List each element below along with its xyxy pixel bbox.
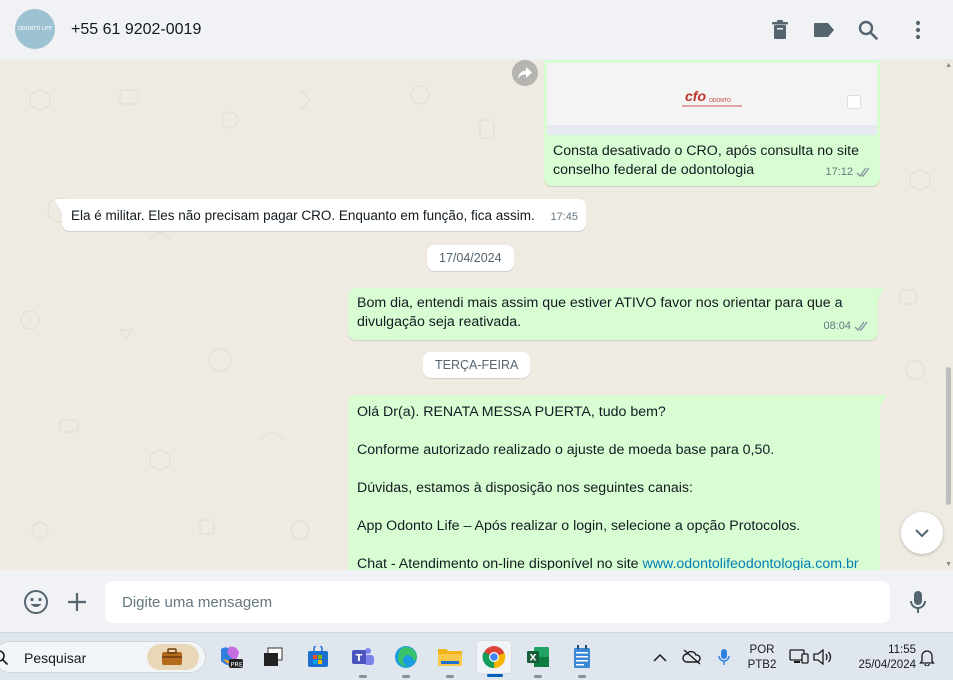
scroll-down-arrow[interactable]: ▼ — [945, 561, 952, 568]
chat-scrollbar[interactable]: ▲ ▼ — [945, 60, 953, 570]
running-indicator — [402, 675, 410, 678]
image-thumbnail[interactable]: cfo ODONTO — [547, 63, 877, 135]
search-icon[interactable] — [856, 18, 880, 42]
svg-text:T: T — [356, 653, 363, 664]
message-meta: 17:45 — [550, 208, 578, 227]
network-icon[interactable] — [789, 647, 809, 667]
chat-header: ODONTO LIFE +55 61 9202-0019 — [0, 0, 953, 60]
onedrive-off-icon[interactable] — [682, 647, 702, 667]
search-icon — [0, 650, 9, 666]
message-line: Dúvidas, estamos à disposição nos seguin… — [357, 480, 693, 496]
delete-icon[interactable] — [768, 18, 792, 42]
search-highlight — [147, 644, 199, 670]
bubble-tail — [879, 395, 887, 408]
bubble-tail — [54, 199, 62, 212]
store-icon[interactable] — [303, 642, 333, 672]
svg-text:PRE: PRE — [231, 661, 244, 669]
emoji-icon[interactable] — [23, 589, 49, 615]
chevron-up-icon[interactable] — [650, 647, 670, 667]
message-meta: 08:04 — [823, 317, 870, 336]
clock-time: 11:55 — [888, 644, 916, 656]
avatar-label: ODONTO LIFE — [17, 26, 53, 32]
taskbar-search-placeholder: Pesquisar — [24, 650, 87, 666]
plus-icon[interactable] — [64, 589, 90, 615]
outgoing-message[interactable]: Bom dia, entendi mais assim que estiver … — [348, 288, 878, 340]
message-line-prefix: Chat - Atendimento on-line disponível no… — [357, 556, 643, 570]
scroll-thumb[interactable] — [946, 367, 951, 505]
volume-icon[interactable] — [813, 647, 833, 667]
date-divider: 17/04/2024 — [427, 245, 514, 271]
notepad-icon[interactable] — [567, 642, 597, 678]
excel-icon[interactable]: X — [523, 642, 553, 678]
message-meta: 17:12 — [825, 163, 872, 182]
chevron-down-icon — [915, 529, 929, 538]
website-link[interactable]: www.odontolifeodontologia.com.br — [643, 556, 859, 570]
label-icon[interactable] — [812, 18, 836, 42]
contact-avatar[interactable]: ODONTO LIFE — [15, 9, 55, 49]
chat-area[interactable]: cfo ODONTO Consta desativado o CRO, após… — [0, 60, 953, 570]
file-explorer-icon[interactable] — [435, 642, 465, 678]
cfo-logo: cfo — [685, 88, 706, 104]
clock-date: 25/04/2024 — [858, 659, 916, 671]
contact-name[interactable]: +55 61 9202-0019 — [71, 21, 201, 39]
message-line: Olá Dr(a). RENATA MESSA PUERTA, tudo bem… — [357, 404, 666, 420]
notification-bell-icon[interactable] — [917, 647, 937, 667]
language-code: POR — [749, 644, 775, 656]
logo-underline — [682, 105, 742, 107]
scroll-down-button[interactable] — [901, 512, 943, 554]
message-time: 08:04 — [823, 320, 851, 332]
running-indicator — [446, 675, 454, 678]
forward-button[interactable] — [512, 60, 538, 86]
bubble-tail — [877, 288, 885, 301]
edge-icon[interactable] — [391, 642, 421, 678]
running-indicator — [578, 675, 586, 678]
incoming-message[interactable]: Ela é militar. Eles não precisam pagar C… — [62, 199, 586, 231]
message-text: Bom dia, entendi mais assim que estiver … — [357, 295, 843, 330]
message-composer — [0, 570, 953, 632]
running-indicator — [359, 675, 367, 678]
microphone-icon[interactable] — [905, 589, 931, 615]
teams-icon[interactable]: T — [348, 642, 378, 678]
scroll-up-arrow[interactable]: ▲ — [945, 62, 952, 69]
microphone-tray-icon[interactable] — [714, 647, 734, 667]
image-message[interactable]: cfo ODONTO Consta desativado o CRO, após… — [544, 60, 880, 186]
date-divider: TERÇA-FEIRA — [423, 352, 531, 378]
copilot-icon[interactable]: PRE — [215, 642, 245, 672]
active-indicator — [487, 674, 503, 677]
message-line: App Odonto Life – Após realizar o login,… — [357, 518, 801, 534]
language-indicator[interactable]: POR PTB2 — [745, 643, 779, 673]
taskbar-search[interactable]: Pesquisar — [0, 641, 206, 673]
message-input[interactable] — [105, 581, 890, 623]
message-time: 17:12 — [825, 166, 853, 178]
message-text: Ela é militar. Eles não precisam pagar C… — [71, 208, 535, 223]
svg-text:X: X — [530, 654, 537, 664]
read-ticks-icon — [856, 167, 870, 178]
task-view-icon[interactable] — [258, 642, 288, 672]
running-indicator — [534, 675, 542, 678]
chrome-icon[interactable] — [476, 640, 512, 677]
message-time: 17:45 — [550, 211, 578, 223]
cfo-logo-sub: ODONTO — [709, 98, 731, 104]
message-line: Conforme autorizado realizado o ajuste d… — [357, 442, 775, 458]
outgoing-message[interactable]: Olá Dr(a). RENATA MESSA PUERTA, tudo bem… — [348, 395, 880, 570]
windows-taskbar: Pesquisar PRE T X POR PTB2 11:55 25/04/2… — [0, 632, 953, 680]
clock[interactable]: 11:55 25/04/2024 — [844, 643, 916, 673]
menu-icon[interactable] — [906, 18, 930, 42]
thumbnail-taskbar — [547, 125, 877, 135]
message-line: Chat - Atendimento on-line disponível no… — [357, 555, 871, 570]
briefcase-icon — [162, 648, 182, 665]
keyboard-layout: PTB2 — [747, 659, 777, 671]
read-ticks-icon — [854, 321, 868, 332]
whatsapp-float-icon — [847, 95, 861, 109]
